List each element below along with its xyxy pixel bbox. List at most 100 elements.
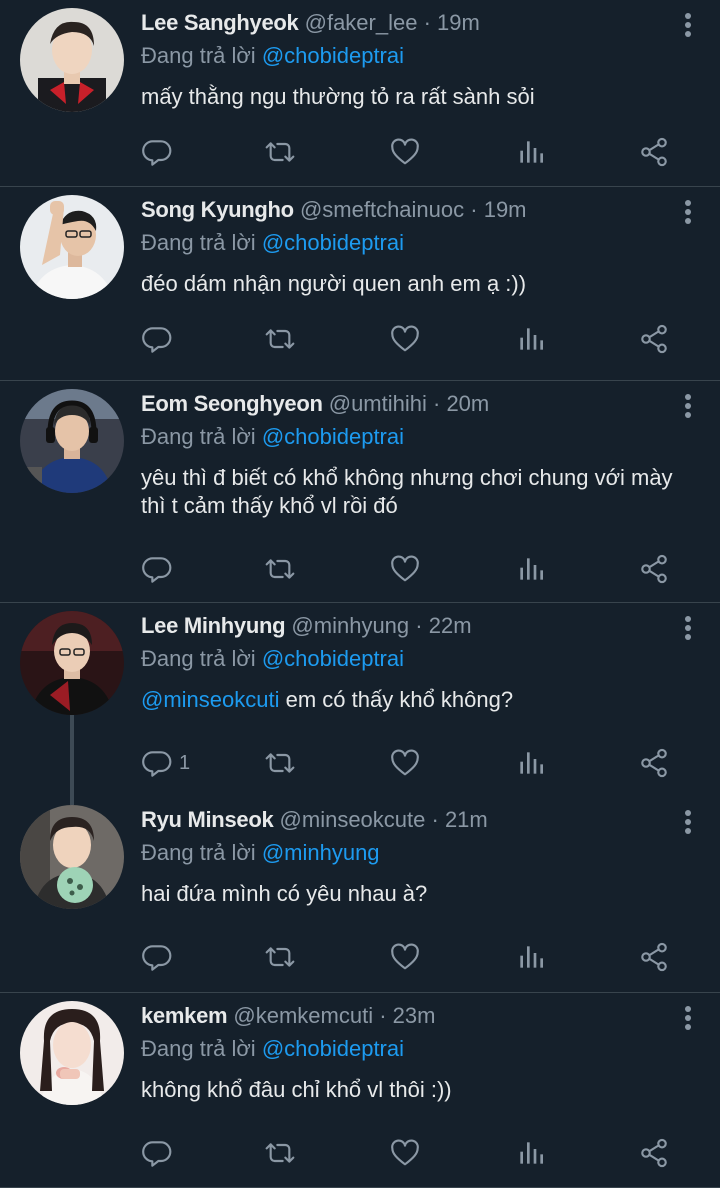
retweet-button[interactable] [264, 1133, 296, 1173]
timestamp[interactable]: · 19m [424, 10, 480, 35]
reply-icon [141, 1137, 173, 1169]
heart-icon [389, 553, 421, 585]
tweet-header: Song Kyungho @smeftchainuoc · 19m [141, 197, 696, 229]
user-handle[interactable]: @smeftchainuoc [300, 197, 464, 222]
tweet-actions [141, 1133, 696, 1173]
display-name[interactable]: Lee Minhyung [141, 613, 286, 638]
timestamp[interactable]: · 21m [432, 807, 488, 832]
avatar[interactable] [20, 805, 124, 909]
timestamp[interactable]: · 22m [415, 613, 471, 638]
retweet-button[interactable] [264, 937, 296, 977]
reply-button[interactable] [141, 132, 179, 172]
replying-to: Đang trả lời @chobideptrai [141, 1036, 404, 1062]
retweet-icon [264, 1137, 296, 1169]
retweet-icon [264, 941, 296, 973]
views-button[interactable] [515, 743, 547, 783]
reply-button[interactable] [141, 549, 179, 589]
timestamp[interactable]: · 19m [470, 197, 526, 222]
reply-button[interactable]: 1 [141, 743, 190, 783]
tweet-header: Ryu Minseok @minseokcute · 21m [141, 807, 696, 839]
tweet[interactable]: kemkem @kemkemcuti · 23m Đang trả lời @c… [0, 993, 720, 1188]
tweet-content: Song Kyungho @smeftchainuoc · 19m Đang t… [141, 187, 696, 380]
share-button[interactable] [638, 937, 670, 977]
tweet[interactable]: Song Kyungho @smeftchainuoc · 19m Đang t… [0, 187, 720, 381]
display-name[interactable]: Lee Sanghyeok [141, 10, 299, 35]
more-icon[interactable] [674, 391, 702, 421]
replying-to-mention[interactable]: @minhyung [262, 840, 380, 865]
replying-to-mention[interactable]: @chobideptrai [262, 424, 404, 449]
user-handle[interactable]: @faker_lee [305, 10, 418, 35]
reply-button[interactable] [141, 1133, 179, 1173]
share-button[interactable] [638, 549, 670, 589]
share-button[interactable] [638, 132, 670, 172]
reply-button[interactable] [141, 319, 179, 359]
more-icon[interactable] [674, 197, 702, 227]
more-icon[interactable] [674, 10, 702, 40]
views-button[interactable] [515, 132, 547, 172]
views-icon [515, 941, 547, 973]
views-button[interactable] [515, 319, 547, 359]
replying-to-mention[interactable]: @chobideptrai [262, 230, 404, 255]
like-button[interactable] [389, 1133, 421, 1173]
timeline: Lee Sanghyeok @faker_lee · 19m Đang trả … [0, 0, 720, 1188]
reply-icon [141, 941, 173, 973]
tweet-text: không khổ đâu chỉ khổ vl thôi :)) [141, 1076, 696, 1104]
replying-to-mention[interactable]: @chobideptrai [262, 646, 404, 671]
tweet[interactable]: Lee Sanghyeok @faker_lee · 19m Đang trả … [0, 0, 720, 187]
tweet-content: Ryu Minseok @minseokcute · 21m Đang trả … [141, 797, 696, 992]
retweet-icon [264, 553, 296, 585]
like-button[interactable] [389, 549, 421, 589]
display-name[interactable]: Eom Seonghyeon [141, 391, 323, 416]
replying-to: Đang trả lời @chobideptrai [141, 646, 404, 672]
tweet-header: Lee Sanghyeok @faker_lee · 19m [141, 10, 696, 42]
avatar[interactable] [20, 8, 124, 112]
avatar[interactable] [20, 195, 124, 299]
tweet-text: yêu thì đ biết có khổ không nhưng chơi c… [141, 464, 696, 520]
user-handle[interactable]: @umtihihi [329, 391, 427, 416]
display-name[interactable]: kemkem [141, 1003, 228, 1028]
user-handle[interactable]: @kemkemcuti [233, 1003, 373, 1028]
like-button[interactable] [389, 132, 421, 172]
user-handle[interactable]: @minseokcute [280, 807, 426, 832]
replying-to-mention[interactable]: @chobideptrai [262, 1036, 404, 1061]
tweet-content: Eom Seonghyeon @umtihihi · 20m Đang trả … [141, 381, 696, 602]
avatar[interactable] [20, 389, 124, 493]
share-icon [638, 747, 670, 779]
tweet[interactable]: Ryu Minseok @minseokcute · 21m Đang trả … [0, 797, 720, 993]
views-icon [515, 747, 547, 779]
reply-button[interactable] [141, 937, 179, 977]
like-button[interactable] [389, 937, 421, 977]
tweet[interactable]: Lee Minhyung @minhyung · 22m Đang trả lờ… [0, 603, 720, 797]
replying-to-label: Đang trả lời [141, 1036, 262, 1061]
retweet-button[interactable] [264, 549, 296, 589]
share-button[interactable] [638, 319, 670, 359]
replying-to: Đang trả lời @chobideptrai [141, 424, 404, 450]
more-icon[interactable] [674, 807, 702, 837]
timestamp[interactable]: · 20m [433, 391, 489, 416]
share-button[interactable] [638, 743, 670, 783]
replying-to-label: Đang trả lời [141, 230, 262, 255]
tweet-body: đéo dám nhận người quen anh em ạ :)) [141, 271, 527, 296]
more-icon[interactable] [674, 1003, 702, 1033]
mention-link[interactable]: @minseokcuti [141, 687, 280, 712]
retweet-button[interactable] [264, 132, 296, 172]
avatar[interactable] [20, 611, 124, 715]
views-button[interactable] [515, 549, 547, 589]
avatar[interactable] [20, 1001, 124, 1105]
timestamp[interactable]: · 23m [379, 1003, 435, 1028]
views-button[interactable] [515, 937, 547, 977]
like-button[interactable] [389, 319, 421, 359]
retweet-button[interactable] [264, 319, 296, 359]
replying-to-mention[interactable]: @chobideptrai [262, 43, 404, 68]
share-button[interactable] [638, 1133, 670, 1173]
thread-line [70, 715, 74, 797]
retweet-button[interactable] [264, 743, 296, 783]
reply-icon [141, 323, 173, 355]
more-icon[interactable] [674, 613, 702, 643]
user-handle[interactable]: @minhyung [291, 613, 409, 638]
display-name[interactable]: Ryu Minseok [141, 807, 274, 832]
tweet[interactable]: Eom Seonghyeon @umtihihi · 20m Đang trả … [0, 381, 720, 603]
display-name[interactable]: Song Kyungho [141, 197, 294, 222]
views-button[interactable] [515, 1133, 547, 1173]
like-button[interactable] [389, 743, 421, 783]
